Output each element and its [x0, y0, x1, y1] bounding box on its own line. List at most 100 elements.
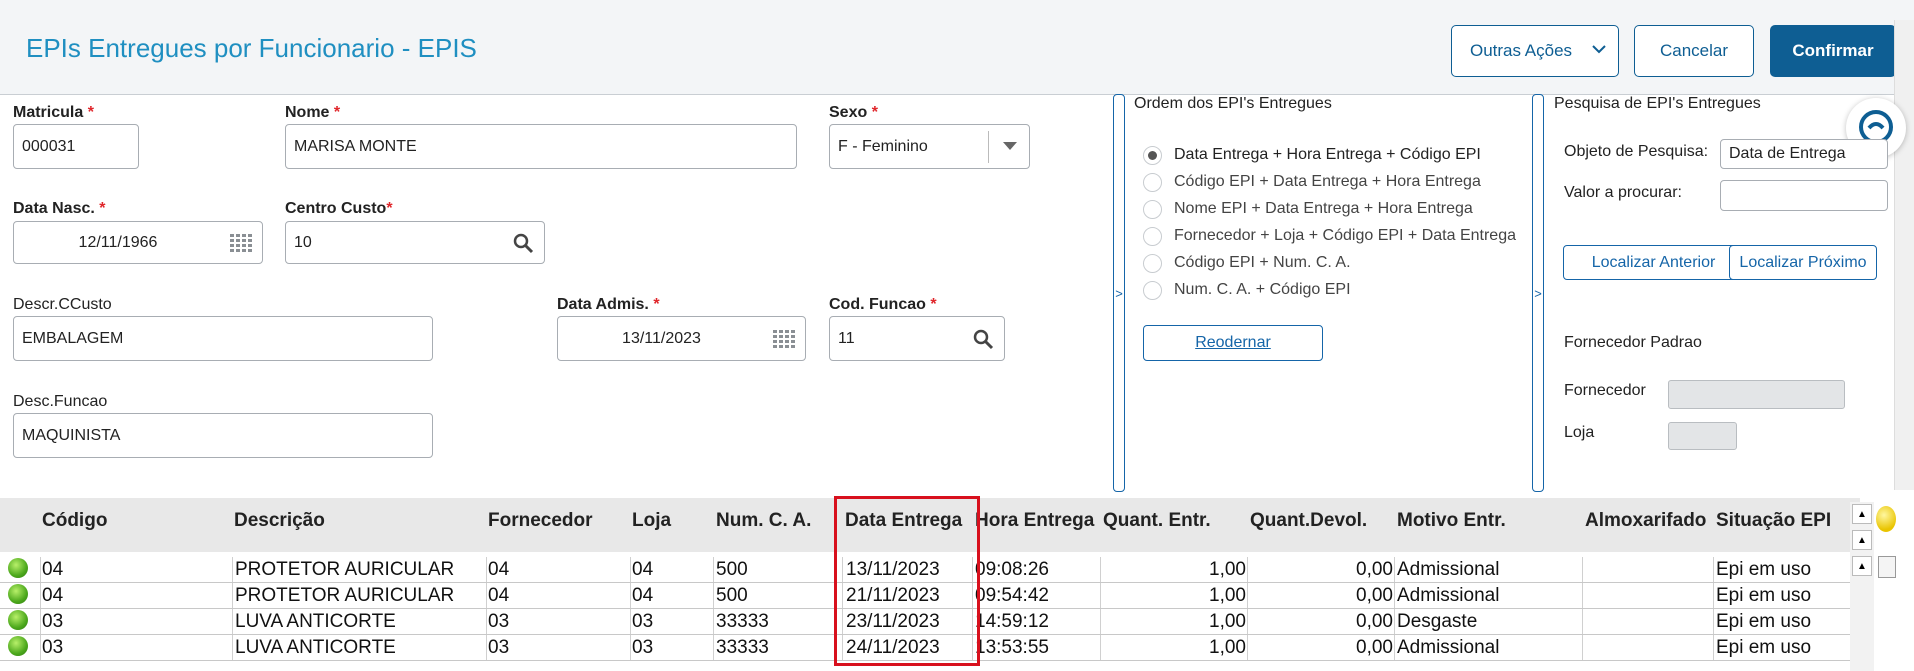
data-nasc-input[interactable]: 12/11/1966 [13, 221, 263, 264]
table-cell: 0,00 [1356, 559, 1393, 580]
cod-funcao-input[interactable]: 11 [829, 316, 1005, 361]
order-option-radio[interactable] [1143, 173, 1162, 192]
search-panel-collapse[interactable]: > [1532, 94, 1544, 492]
scroll-top-icon[interactable]: ▲ [1852, 504, 1872, 524]
store-field [1668, 422, 1737, 450]
column-header[interactable]: Loja [632, 510, 671, 532]
search-value-input[interactable] [1720, 180, 1888, 211]
order-option-label[interactable]: Nome EPI + Data Entrega + Hora Entrega [1174, 200, 1473, 218]
cell-divider [713, 557, 714, 582]
order-panel-collapse[interactable]: > [1113, 94, 1125, 492]
page-title: EPIs Entregues por Funcionario - EPIS [26, 33, 477, 63]
table-cell: 04 [488, 585, 510, 606]
column-header[interactable]: Fornecedor [488, 510, 593, 532]
page-scrollbar[interactable] [1894, 20, 1914, 490]
column-header[interactable]: Hora Entrega [975, 510, 1094, 532]
desc-funcao-input[interactable]: MAQUINISTA [13, 413, 433, 458]
cell-divider [486, 635, 487, 660]
table-cell: 0,00 [1356, 637, 1393, 658]
scroll-up-icon[interactable]: ▲ [1852, 556, 1872, 576]
column-header[interactable]: Quant. Entr. [1103, 510, 1211, 532]
status-led-icon[interactable] [8, 584, 28, 604]
nome-input[interactable]: MARISA MONTE [285, 124, 797, 169]
find-next-button[interactable]: Localizar Próximo [1729, 245, 1877, 280]
cell-divider [630, 609, 631, 634]
table-cell: 03 [632, 637, 654, 658]
column-header[interactable]: Código [42, 510, 107, 532]
status-led-icon[interactable] [8, 558, 28, 578]
cell-divider [1394, 609, 1395, 634]
search-panel-title: Pesquisa de EPI's Entregues [1554, 95, 1761, 112]
more-actions-button[interactable]: Outras Ações [1451, 25, 1619, 77]
order-option-label[interactable]: Código EPI + Num. C. A. [1174, 254, 1351, 272]
cod-funcao-value: 11 [838, 329, 855, 347]
cell-divider [1713, 609, 1714, 634]
order-option-radio[interactable] [1143, 254, 1162, 273]
grid-scrollbar[interactable] [1850, 502, 1874, 671]
reorder-button[interactable]: Reodernar [1143, 325, 1323, 361]
table-cell: 04 [632, 585, 654, 606]
cancel-button[interactable]: Cancelar [1634, 25, 1754, 77]
search-object-select[interactable]: Data de Entrega [1720, 139, 1888, 169]
centro-custo-input[interactable]: 10 [285, 221, 545, 264]
confirm-button[interactable]: Confirmar [1770, 25, 1896, 77]
cell-divider [1582, 583, 1583, 608]
matricula-input[interactable]: 000031 [13, 124, 139, 169]
column-header[interactable]: Quant.Devol. [1250, 510, 1367, 532]
side-tool-icon[interactable] [1878, 556, 1896, 578]
cell-divider [713, 609, 714, 634]
calendar-icon[interactable] [773, 330, 795, 348]
nome-label: Nome * [285, 104, 341, 121]
find-previous-button[interactable]: Localizar Anterior [1563, 245, 1744, 280]
column-header[interactable]: Motivo Entr. [1397, 510, 1506, 532]
table-cell: 04 [42, 585, 64, 606]
status-led-icon[interactable] [8, 636, 28, 656]
cell-divider [232, 635, 233, 660]
calendar-icon[interactable] [230, 234, 252, 252]
table-cell: 03 [488, 637, 510, 658]
scroll-page-up-icon[interactable]: ▲ [1852, 530, 1872, 550]
table-cell: Epi em uso [1716, 637, 1812, 658]
cell-divider [232, 557, 233, 582]
column-header[interactable]: Situação EPI [1716, 510, 1831, 532]
column-header[interactable]: Descrição [234, 510, 325, 532]
cell-divider [630, 635, 631, 660]
cell-divider [1247, 557, 1248, 582]
table-cell: 09:08:26 [975, 559, 1049, 580]
table-cell: 0,00 [1356, 611, 1393, 632]
table-cell: 1,00 [1209, 611, 1246, 632]
search-icon[interactable] [972, 328, 994, 350]
order-option-radio[interactable] [1143, 281, 1162, 300]
order-option-label[interactable]: Data Entrega + Hora Entrega + Código EPI [1174, 146, 1481, 164]
centro-custo-label: Centro Custo* [285, 200, 393, 217]
table-cell: LUVA ANTICORTE [235, 637, 396, 658]
cell-divider [630, 583, 631, 608]
cell-divider [40, 557, 41, 582]
cell-divider [232, 609, 233, 634]
table-cell: 03 [42, 611, 64, 632]
status-led-icon[interactable] [8, 610, 28, 630]
cell-divider [1713, 557, 1714, 582]
order-option-label[interactable]: Código EPI + Data Entrega + Hora Entrega [1174, 173, 1481, 191]
order-option-radio[interactable] [1143, 146, 1162, 165]
descr-ccusto-input[interactable]: EMBALAGEM [13, 316, 433, 361]
order-option-label[interactable]: Fornecedor + Loja + Código EPI + Data En… [1174, 227, 1516, 245]
column-header[interactable]: Almoxarifado [1585, 510, 1706, 532]
order-option-radio[interactable] [1143, 227, 1162, 246]
more-actions-label: Outras Ações [1470, 41, 1573, 60]
dropdown-arrow-icon [1003, 142, 1017, 150]
order-option-radio[interactable] [1143, 200, 1162, 219]
order-option-label[interactable]: Num. C. A. + Código EPI [1174, 281, 1351, 299]
column-header[interactable]: Num. C. A. [716, 510, 811, 532]
lightbulb-icon[interactable] [1876, 506, 1896, 532]
table-cell: 04 [488, 559, 510, 580]
sexo-select[interactable]: F - Feminino [829, 124, 1030, 169]
cell-divider [1713, 635, 1714, 660]
table-cell: Desgaste [1397, 611, 1478, 632]
data-admis-input[interactable]: 13/11/2023 [557, 316, 806, 361]
matricula-label: Matricula * [13, 104, 94, 121]
desc-funcao-label: Desc.Funcao [13, 393, 108, 410]
table-cell: Epi em uso [1716, 611, 1812, 632]
search-icon[interactable] [512, 232, 534, 254]
table-cell: 13:53:55 [975, 637, 1049, 658]
